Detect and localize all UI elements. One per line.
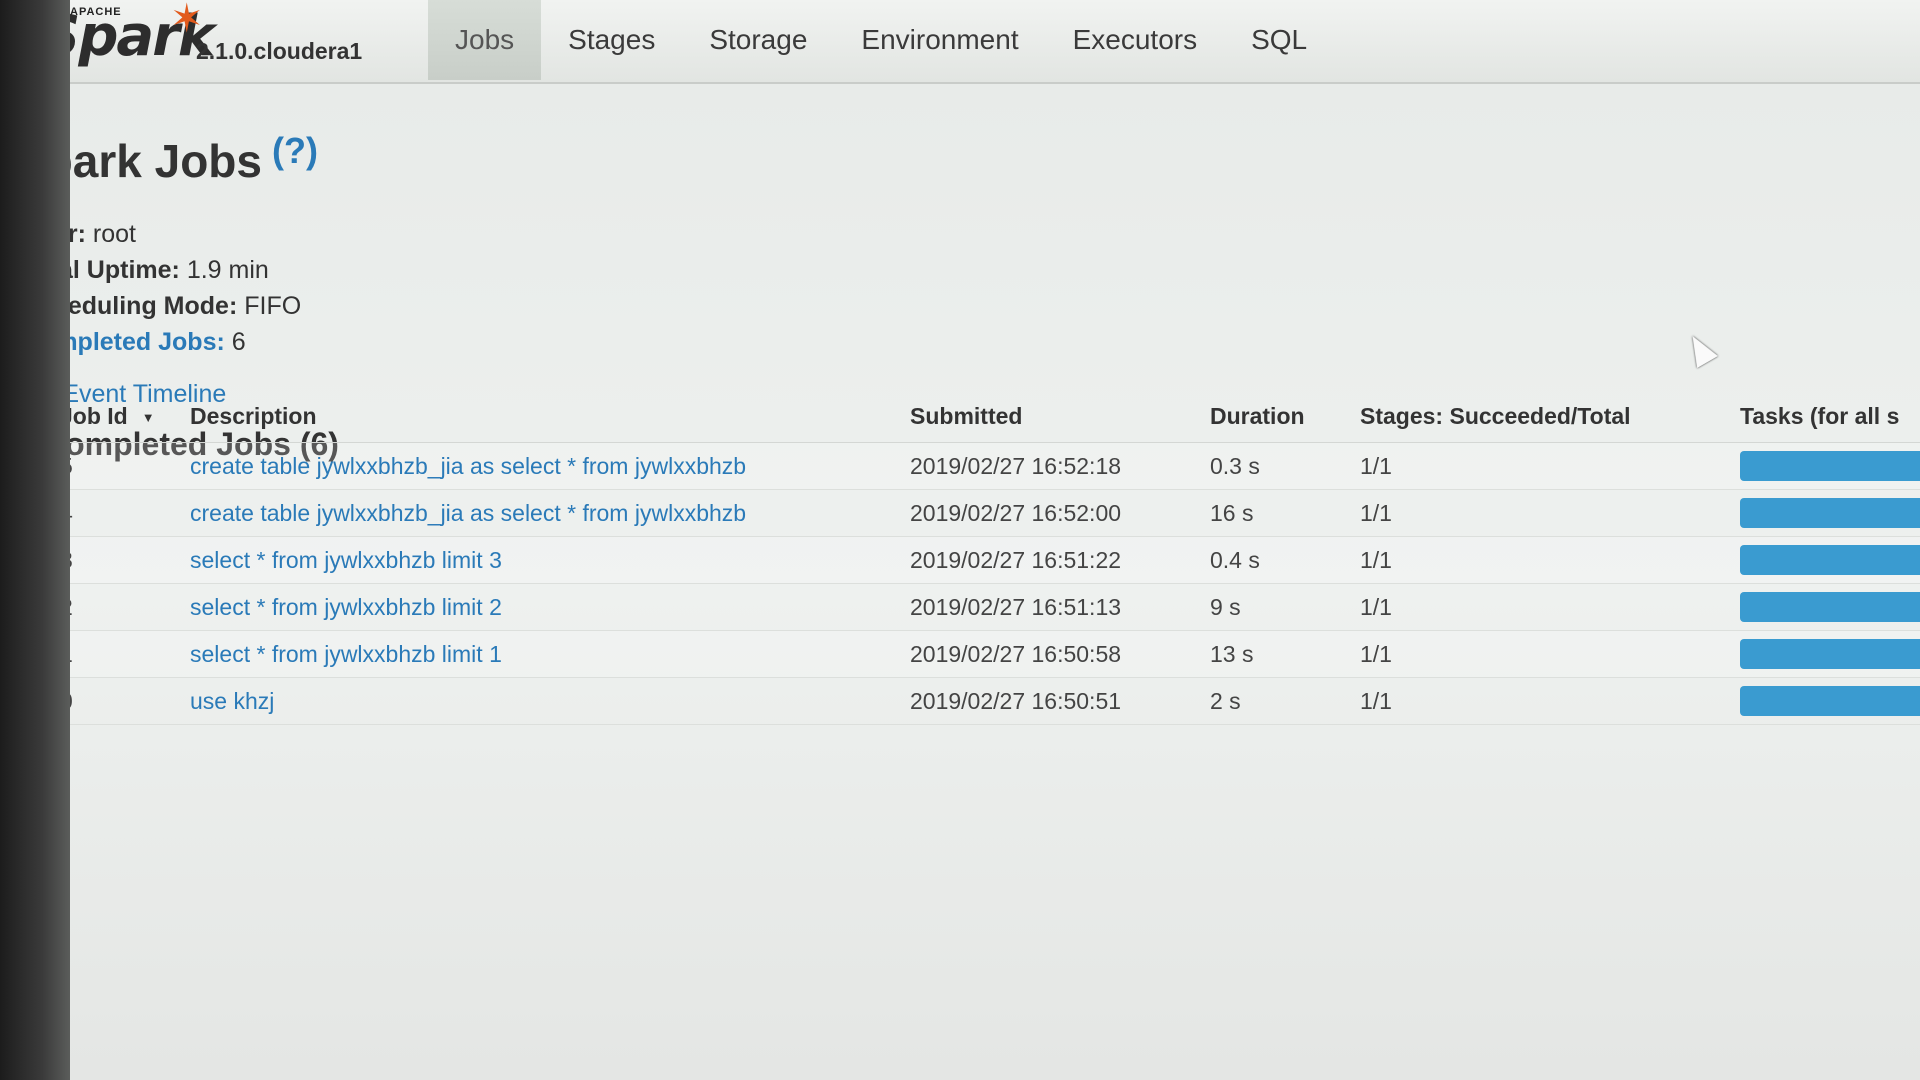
table-row: 1 select * from jywlxxbhzb limit 1 2019/… bbox=[40, 631, 1920, 678]
job-submitted: 2019/02/27 16:50:58 bbox=[910, 640, 1122, 667]
task-progress-bar bbox=[1740, 592, 1920, 622]
browser-screen: APACHE Spark ✶ 2.1.0.cloudera1 Jobs Stag… bbox=[0, 0, 1920, 1080]
task-progress-bar bbox=[1740, 498, 1920, 528]
job-tasks bbox=[1740, 451, 1920, 481]
task-progress-bar bbox=[1740, 545, 1920, 575]
help-link[interactable]: (?) bbox=[272, 130, 318, 172]
job-stages: 1/1 bbox=[1360, 452, 1392, 479]
tab-stages[interactable]: Stages bbox=[541, 0, 682, 80]
table-body: 5 create table jywlxxbhzb_jia as select … bbox=[40, 443, 1920, 725]
job-tasks bbox=[1740, 545, 1920, 575]
table-row: 2 select * from jywlxxbhzb limit 2 2019/… bbox=[40, 584, 1920, 631]
spark-logo[interactable]: APACHE Spark ✶ 2.1.0.cloudera1 bbox=[38, 0, 398, 78]
task-progress-bar bbox=[1740, 686, 1920, 716]
header-job-id-label: Job Id bbox=[60, 402, 128, 429]
header-tasks[interactable]: Tasks (for all s bbox=[1740, 403, 1920, 430]
user-value: root bbox=[92, 220, 136, 248]
job-description-link[interactable]: select * from jywlxxbhzb limit 1 bbox=[190, 641, 910, 668]
completed-jobs-value: 6 bbox=[231, 328, 246, 356]
header-duration[interactable]: Duration bbox=[1210, 403, 1360, 430]
spark-version: 2.1.0.cloudera1 bbox=[196, 38, 363, 64]
header-submitted[interactable]: Submitted bbox=[910, 403, 1210, 430]
job-description-link[interactable]: create table jywlxxbhzb_jia as select * … bbox=[190, 453, 910, 480]
job-duration: 0.4 s bbox=[1210, 546, 1260, 573]
job-duration: 13 s bbox=[1210, 640, 1254, 667]
navbar: APACHE Spark ✶ 2.1.0.cloudera1 Jobs Stag… bbox=[0, 0, 1920, 84]
spark-star-icon: ✶ bbox=[170, 0, 204, 41]
monitor-bezel bbox=[0, 0, 70, 1080]
table-row: 4 create table jywlxxbhzb_jia as select … bbox=[40, 490, 1920, 537]
job-submitted: 2019/02/27 16:50:51 bbox=[910, 687, 1122, 714]
header-description[interactable]: Description bbox=[190, 403, 910, 430]
tab-storage[interactable]: Storage bbox=[682, 0, 834, 80]
job-duration: 2 s bbox=[1210, 687, 1241, 714]
job-tasks bbox=[1740, 592, 1920, 622]
tab-executors[interactable]: Executors bbox=[1046, 0, 1225, 80]
table-row: 5 create table jywlxxbhzb_jia as select … bbox=[40, 443, 1920, 490]
job-tasks bbox=[1740, 686, 1920, 716]
mouse-cursor-icon bbox=[1682, 330, 1718, 368]
job-duration: 0.3 s bbox=[1210, 452, 1260, 479]
table-row: 0 use khzj 2019/02/27 16:50:51 2 s 1/1 bbox=[40, 678, 1920, 725]
completed-jobs-table: Job Id ▼ Description Submitted Duration S… bbox=[40, 390, 1920, 725]
job-submitted: 2019/02/27 16:52:00 bbox=[910, 499, 1122, 526]
job-submitted: 2019/02/27 16:51:13 bbox=[910, 593, 1122, 620]
job-submitted: 2019/02/27 16:52:18 bbox=[910, 452, 1122, 479]
tab-sql[interactable]: SQL bbox=[1224, 0, 1334, 80]
job-description-link[interactable]: select * from jywlxxbhzb limit 2 bbox=[190, 594, 910, 621]
tab-jobs[interactable]: Jobs bbox=[428, 0, 542, 80]
job-description-link[interactable]: use khzj bbox=[190, 688, 910, 715]
job-description-link[interactable]: select * from jywlxxbhzb limit 3 bbox=[190, 547, 910, 574]
uptime-value: 1.9 min bbox=[186, 256, 269, 284]
table-row: 3 select * from jywlxxbhzb limit 3 2019/… bbox=[40, 537, 1920, 584]
job-description-link[interactable]: create table jywlxxbhzb_jia as select * … bbox=[190, 500, 910, 527]
task-progress-bar bbox=[1740, 639, 1920, 669]
job-stages: 1/1 bbox=[1360, 640, 1392, 667]
job-tasks bbox=[1740, 639, 1920, 669]
job-stages: 1/1 bbox=[1360, 687, 1392, 714]
mode-value: FIFO bbox=[244, 292, 302, 320]
job-stages: 1/1 bbox=[1360, 499, 1392, 526]
tab-environment[interactable]: Environment bbox=[834, 0, 1045, 80]
task-progress-bar bbox=[1740, 451, 1920, 481]
job-stages: 1/1 bbox=[1360, 546, 1392, 573]
header-stages[interactable]: Stages: Succeeded/Total bbox=[1360, 403, 1740, 430]
job-submitted: 2019/02/27 16:51:22 bbox=[910, 546, 1122, 573]
job-duration: 16 s bbox=[1210, 499, 1254, 526]
sort-desc-icon: ▼ bbox=[141, 409, 155, 425]
job-stages: 1/1 bbox=[1360, 593, 1392, 620]
job-tasks bbox=[1740, 498, 1920, 528]
table-header: Job Id ▼ Description Submitted Duration S… bbox=[40, 390, 1920, 443]
job-duration: 9 s bbox=[1210, 593, 1241, 620]
nav-tabs: Jobs Stages Storage Environment Executor… bbox=[428, 0, 1334, 82]
